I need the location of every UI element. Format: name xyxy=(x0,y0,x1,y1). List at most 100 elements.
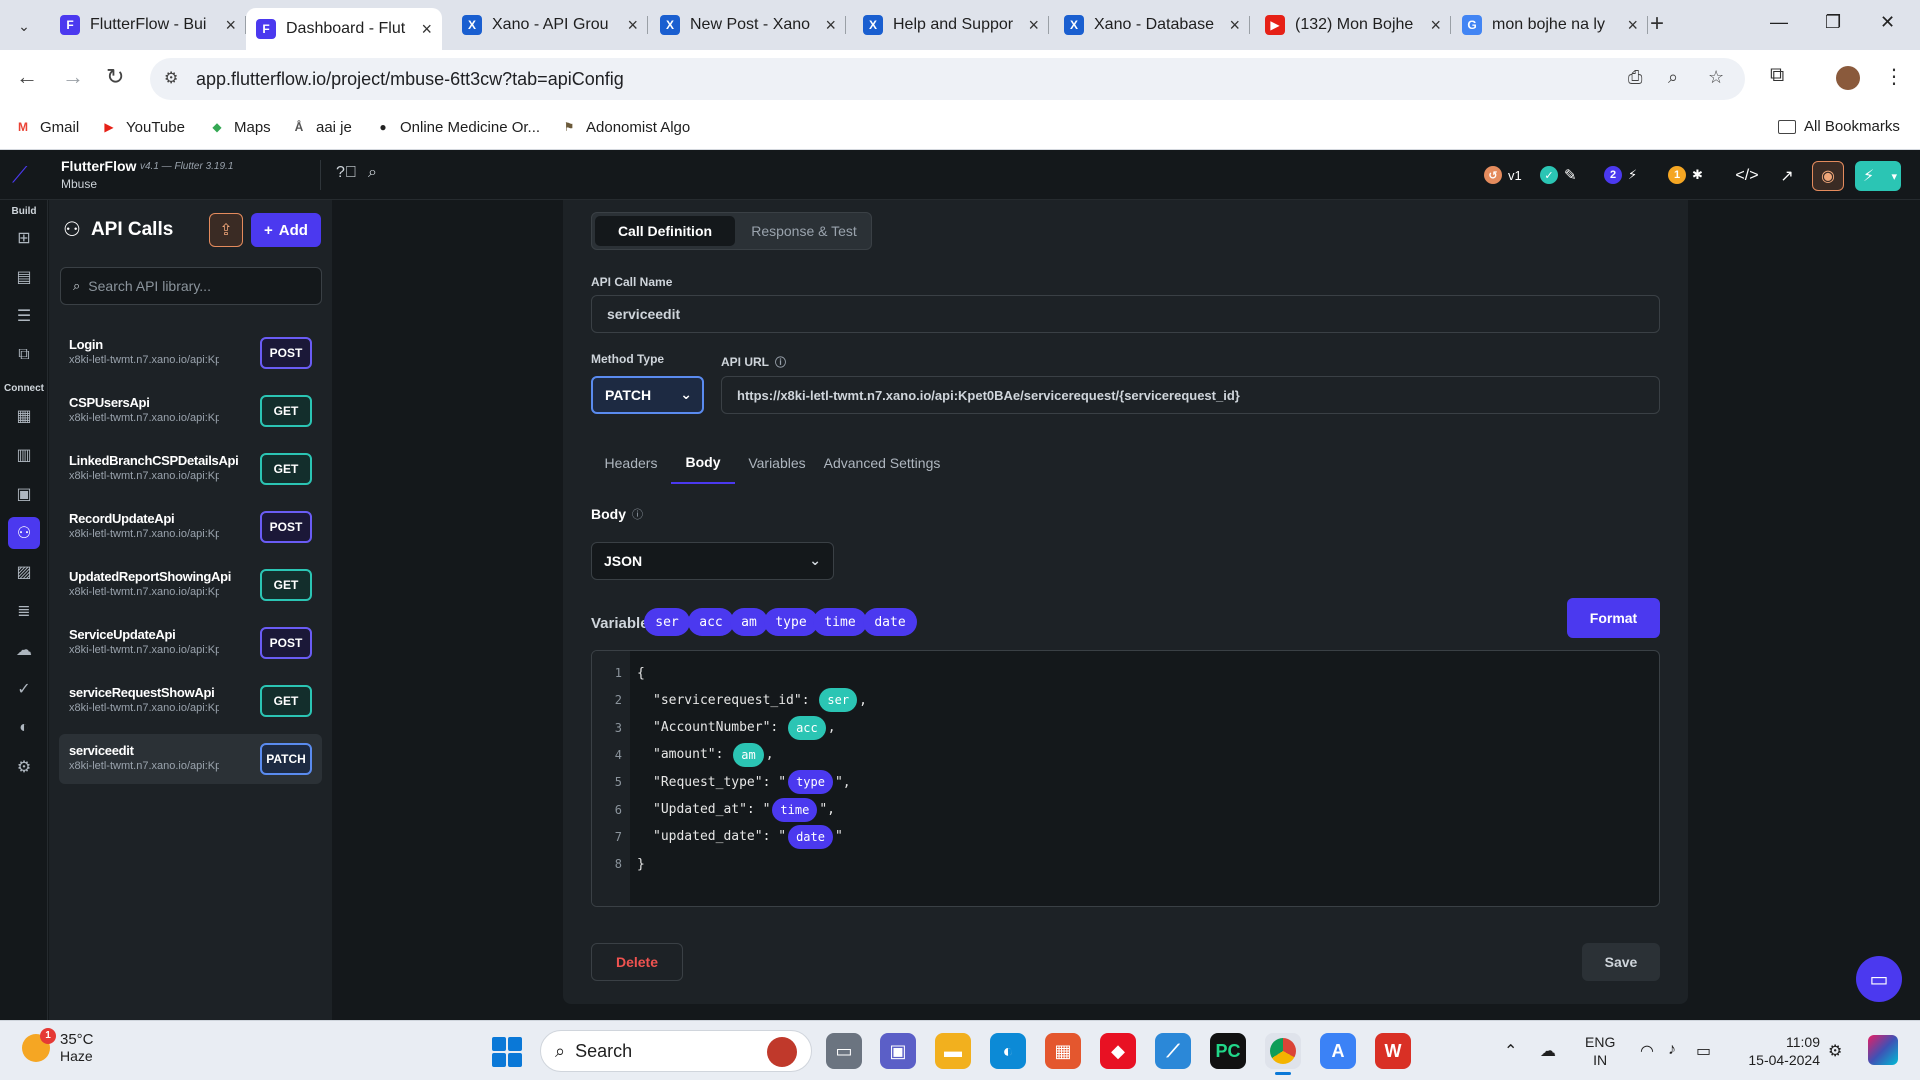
status-pill[interactable]: ✓ ✎ xyxy=(1534,161,1583,189)
add-api-button[interactable]: + Add xyxy=(251,213,321,247)
browser-tab[interactable]: Gmon bojhe na ly × xyxy=(1452,8,1648,42)
volume-icon[interactable]: ♪ xyxy=(1668,1041,1676,1059)
api-search-input[interactable] xyxy=(88,278,309,294)
components-icon[interactable]: ⧉ xyxy=(8,339,40,371)
copilot-icon[interactable] xyxy=(1868,1035,1898,1065)
browser-tab[interactable]: F Dashboard - Flut × xyxy=(246,8,442,50)
info-icon[interactable]: ⓘ xyxy=(632,506,643,522)
api-list-item[interactable]: ServiceUpdateApi x8ki-letl-twmt.n7.xano.i… xyxy=(59,618,322,668)
theme-icon[interactable]: ◐ xyxy=(8,712,40,744)
close-tab-icon[interactable]: × xyxy=(421,19,432,40)
inline-variable-tag[interactable]: am xyxy=(733,742,764,767)
all-bookmarks-button[interactable]: All Bookmarks xyxy=(1778,118,1900,135)
site-info-icon[interactable]: ⚙ xyxy=(164,68,178,88)
tab-headers[interactable]: Headers xyxy=(591,442,671,484)
code-view-icon[interactable]: </> xyxy=(1731,161,1763,191)
api-search-box[interactable]: ⌕ xyxy=(60,267,322,305)
delete-button[interactable]: Delete xyxy=(591,943,683,981)
tab-response-test[interactable]: Response & Test xyxy=(738,216,870,246)
chrome-icon[interactable] xyxy=(1265,1033,1301,1075)
media-icon[interactable]: ▨ xyxy=(8,556,40,588)
omnibox[interactable]: ⚙ app.flutterflow.io/project/mbuse-6tt3c… xyxy=(150,58,1745,100)
zoom-icon[interactable]: ⌕ xyxy=(1668,67,1678,88)
api-call-name-field[interactable]: serviceedit xyxy=(591,295,1660,333)
app-diamond-icon[interactable]: ◆ xyxy=(1100,1033,1136,1069)
close-window-icon[interactable]: ✕ xyxy=(1880,12,1895,33)
tests-icon[interactable]: ✓ xyxy=(8,673,40,705)
notification-icon[interactable]: ⚙ xyxy=(1828,1041,1842,1061)
pycharm-icon[interactable]: PC xyxy=(1210,1033,1246,1069)
api-list-item[interactable]: serviceedit x8ki-letl-twmt.n7.xano.io/api… xyxy=(59,734,322,784)
save-button[interactable]: Save xyxy=(1582,943,1660,981)
edge-icon[interactable]: ◐ xyxy=(990,1033,1026,1069)
variable-chip[interactable]: type xyxy=(764,608,818,636)
api-list-item[interactable]: LinkedBranchCSPDetailsApi x8ki-letl-twmt.… xyxy=(59,444,322,494)
tab-variables[interactable]: Variables xyxy=(735,442,819,484)
info-icon[interactable]: ⓘ xyxy=(775,354,786,370)
task-view-icon[interactable]: ▭ xyxy=(826,1033,862,1069)
onedrive-icon[interactable]: ☁ xyxy=(1540,1041,1556,1061)
new-tab-button[interactable]: + xyxy=(1650,10,1664,38)
wifi-icon[interactable]: ◠ xyxy=(1640,1041,1654,1061)
close-tab-icon[interactable]: × xyxy=(1229,15,1240,36)
browser-tab[interactable]: X Help and Suppor × xyxy=(853,8,1049,42)
back-icon[interactable]: ← xyxy=(16,64,38,90)
api-url-field[interactable]: https://x8ki-letl-twmt.n7.xano.io/api:Kp… xyxy=(721,376,1660,414)
api-list-item[interactable]: RecordUpdateApi x8ki-letl-twmt.n7.xano.io… xyxy=(59,502,322,552)
api-list-item[interactable]: Login x8ki-letl-twmt.n7.xano.io/api:Kpet.… xyxy=(59,328,322,378)
bookmark-item[interactable]: ⚑ Adonomist Algo xyxy=(560,118,691,136)
variable-chip[interactable]: time xyxy=(813,608,867,636)
language-indicator[interactable]: ENG IN xyxy=(1585,1033,1615,1069)
teams-icon[interactable]: ▣ xyxy=(880,1033,916,1069)
variable-chip[interactable]: acc xyxy=(688,608,734,636)
inline-variable-tag[interactable]: date xyxy=(788,824,833,849)
bookmark-item[interactable]: ▶ YouTube xyxy=(100,118,185,136)
bookmark-item[interactable]: ● Online Medicine Or... xyxy=(374,118,540,136)
inline-variable-tag[interactable]: type xyxy=(788,770,833,795)
cloud-icon[interactable]: ☁ xyxy=(8,634,40,666)
system-clock[interactable]: 11:09 15-04-2024 xyxy=(1740,1033,1820,1069)
close-tab-icon[interactable]: × xyxy=(1028,15,1039,36)
collaborators-pill[interactable]: 2 ⚡ xyxy=(1598,161,1643,189)
restore-icon[interactable]: ❐ xyxy=(1825,12,1841,33)
close-tab-icon[interactable]: × xyxy=(825,15,836,36)
close-tab-icon[interactable]: × xyxy=(1627,15,1638,36)
inline-variable-tag[interactable]: ser xyxy=(819,688,858,713)
bookmark-star-icon[interactable]: ☆ xyxy=(1708,67,1724,88)
variable-chip[interactable]: date xyxy=(863,608,917,636)
tab-advanced-settings[interactable]: Advanced Settings xyxy=(819,442,945,484)
close-tab-icon[interactable]: × xyxy=(225,15,236,36)
add-page-icon[interactable]: ⊞ xyxy=(8,222,40,254)
variable-chip[interactable]: am xyxy=(730,608,768,636)
store-icon[interactable]: ▦ xyxy=(1045,1033,1081,1069)
app-a-icon[interactable]: A xyxy=(1320,1033,1356,1069)
flutter-icon[interactable]: ⟋ xyxy=(1155,1033,1191,1069)
taskbar-search[interactable]: ⌕ Search xyxy=(540,1030,812,1072)
minimize-icon[interactable]: — xyxy=(1770,12,1788,33)
api-list-item[interactable]: serviceRequestShowApi x8ki-letl-twmt.n7.x… xyxy=(59,676,322,726)
run-test-button[interactable]: ⚡ ▾ xyxy=(1855,161,1901,191)
extensions-icon[interactable]: ⧉ xyxy=(1770,64,1784,87)
search-icon[interactable]: ⌕ xyxy=(368,164,377,182)
windows-start-icon[interactable] xyxy=(492,1037,522,1067)
open-external-icon[interactable]: ↗ xyxy=(1771,161,1803,191)
storage-icon[interactable]: ▣ xyxy=(8,478,40,510)
tab-call-definition[interactable]: Call Definition xyxy=(595,216,735,246)
app-state-icon[interactable]: ▥ xyxy=(8,439,40,471)
custom-code-icon[interactable]: ≣ xyxy=(8,595,40,627)
show-hidden-icons[interactable]: ⌃ xyxy=(1504,1041,1517,1061)
issues-pill[interactable]: 1 ✱ xyxy=(1662,161,1709,189)
bookmark-item[interactable]: M Gmail xyxy=(14,118,79,136)
upload-icon[interactable]: ⇪ xyxy=(209,213,243,247)
json-body-editor[interactable]: 1 {2 "servicerequest_id": ser, 3 "AccountNum… xyxy=(591,650,1660,907)
browser-tab[interactable]: F FlutterFlow - Bui × xyxy=(50,8,246,42)
tab-search-chevron-icon[interactable]: ⌄ xyxy=(10,12,38,40)
method-select[interactable]: PATCH ⌄ xyxy=(591,376,704,414)
bookmark-item[interactable]: Åaai je xyxy=(290,118,352,136)
flutterflow-logo-icon[interactable]: ⟋ xyxy=(12,162,38,188)
api-list-item[interactable]: CSPUsersApi x8ki-letl-twmt.n7.xano.io/api… xyxy=(59,386,322,436)
file-explorer-icon[interactable]: ▬ xyxy=(935,1033,971,1069)
database-icon[interactable]: ▦ xyxy=(8,400,40,432)
profile-avatar[interactable] xyxy=(1836,66,1860,90)
widget-tree-icon[interactable]: ☰ xyxy=(8,300,40,332)
